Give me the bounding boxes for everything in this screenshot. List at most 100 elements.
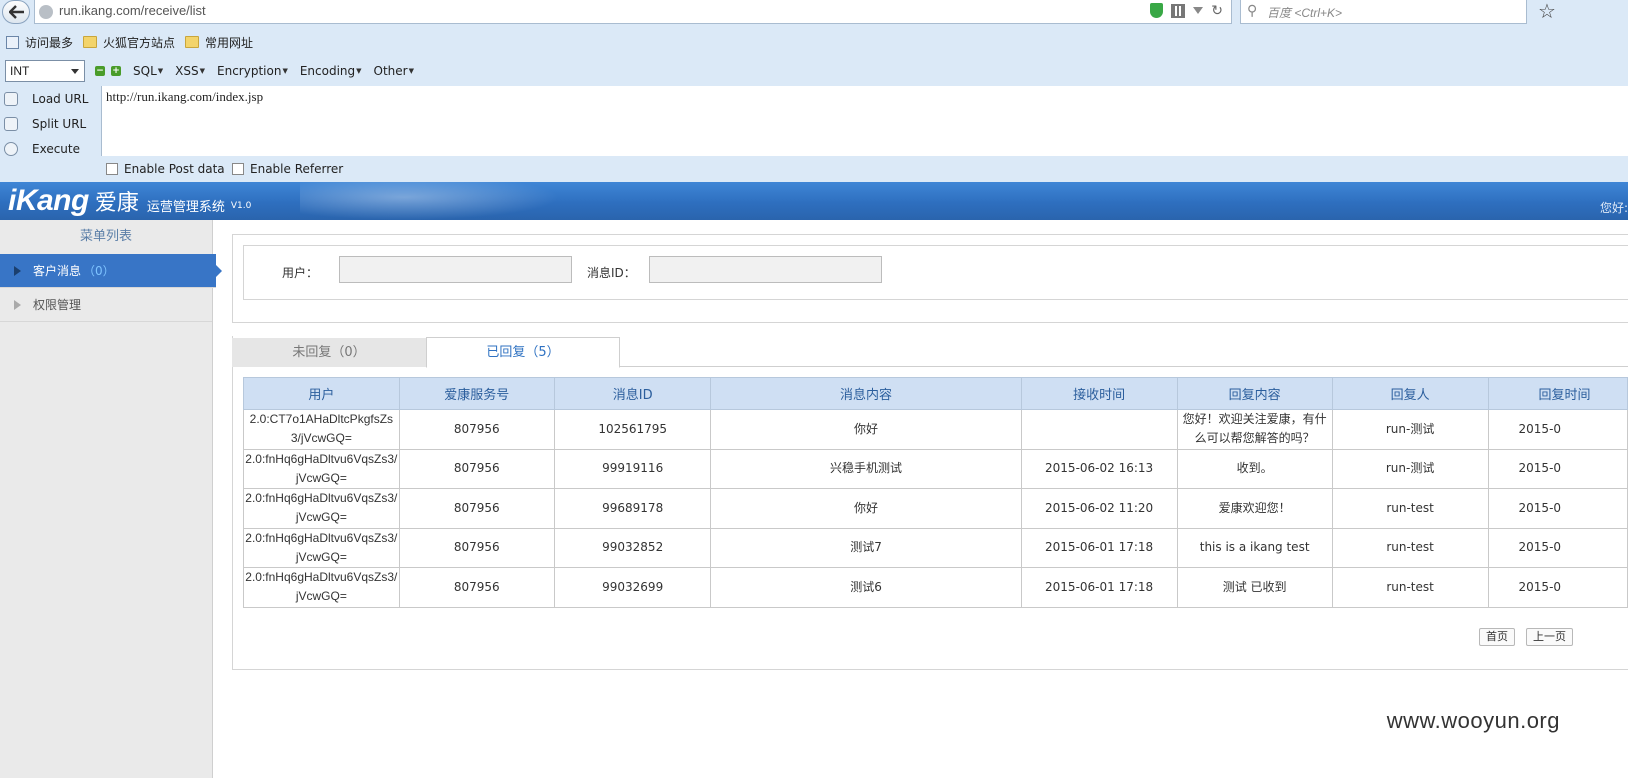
qr-code-icon[interactable] xyxy=(1171,3,1186,18)
encoding-menu[interactable]: Encoding ▼ xyxy=(300,64,362,78)
cell-replier: run-test xyxy=(1331,488,1489,529)
checkbox-box[interactable] xyxy=(232,163,244,175)
msgid-label: 消息ID： xyxy=(587,266,636,280)
logo-text-cn: 爱康 xyxy=(94,191,139,216)
sidebar: 菜单列表 客户消息 （0） 权限管理 xyxy=(0,220,222,778)
caret-icon: ▼ xyxy=(356,67,362,75)
cell-reply: 您好！欢迎关注爱康，有什么可以帮您解答的吗？ xyxy=(1176,409,1333,450)
sidebar-item-customer-messages[interactable]: 客户消息 （0） xyxy=(0,254,222,288)
sidebar-item-permissions[interactable]: 权限管理 xyxy=(0,288,212,322)
arrow-right-icon xyxy=(14,266,21,276)
cell-reply: 收到。 xyxy=(1176,448,1333,489)
cell-reply: 爱康欢迎您！ xyxy=(1176,488,1333,529)
cell-replier: run-test xyxy=(1331,527,1489,568)
load-url-icon xyxy=(4,91,18,106)
cell-received-time: 2015-06-02 16:13 xyxy=(1020,448,1178,489)
bookmark-page-icon xyxy=(6,35,19,49)
enable-referrer-checkbox[interactable]: Enable Referrer xyxy=(232,162,343,176)
load-url-label: Load URL xyxy=(32,91,89,106)
browser-toolbar: run.ikang.com/receive/list ↻ ⚲ 百度 <Ctrl+… xyxy=(0,0,1628,28)
menu-label: XSS xyxy=(175,64,199,78)
cell-service-no: 807956 xyxy=(398,567,555,608)
column-header: 用户 xyxy=(243,377,400,410)
tab-unreplied[interactable]: 未回复（0） xyxy=(232,338,426,367)
cell-received-time: 2015-06-02 11:20 xyxy=(1020,488,1178,529)
logo-text-en: iKang xyxy=(8,184,89,217)
caret-icon: ▼ xyxy=(408,67,414,75)
sidebar-item-count: （0） xyxy=(83,264,115,278)
other-menu[interactable]: Other ▼ xyxy=(374,64,414,78)
cell-user: 2.0:fnHq6gHaDltvu6VqsZs3/jVcwGQ= xyxy=(243,527,400,568)
menu-label: Other xyxy=(373,64,408,78)
caret-icon: ▼ xyxy=(282,67,288,75)
minus-icon[interactable]: − xyxy=(95,66,105,76)
bookmark-firefox-site[interactable]: 火狐官方站点 xyxy=(83,34,175,51)
bookmark-label: 访问最多 xyxy=(25,35,74,50)
xss-menu[interactable]: XSS ▼ xyxy=(175,64,205,78)
int-select[interactable]: INT xyxy=(5,60,85,82)
checkbox-label: Enable Referrer xyxy=(250,162,344,176)
plus-icon[interactable]: + xyxy=(111,66,121,76)
table-row: 2.0:CT7o1AHaDltcPkgfsZs3/jVcwGQ= 807956 … xyxy=(243,409,1628,450)
watermark: www.wooyun.org xyxy=(1386,708,1560,733)
user-input[interactable] xyxy=(339,256,572,283)
enable-post-checkbox[interactable]: Enable Post data xyxy=(106,162,225,176)
back-arrow-icon xyxy=(9,5,24,19)
first-page-button[interactable]: 首页 xyxy=(1479,628,1515,646)
column-header: 回复时间 xyxy=(1487,377,1628,410)
dropdown-icon[interactable] xyxy=(1193,7,1204,14)
table-header-row: 用户 爱康服务号 消息ID 消息内容 接收时间 回复内容 回复人 回复时间 xyxy=(243,377,1628,410)
cell-msg-id: 99032852 xyxy=(553,527,712,568)
checkbox-box[interactable] xyxy=(106,163,118,175)
bookmark-star-icon[interactable]: ☆ xyxy=(1538,0,1556,22)
checkbox-label: Enable Post data xyxy=(124,162,225,176)
address-bar[interactable]: run.ikang.com/receive/list ↻ xyxy=(34,0,1232,24)
split-url-label: Split URL xyxy=(32,116,87,131)
search-panel: 用户： 消息ID： xyxy=(232,234,1628,323)
cell-service-no: 807956 xyxy=(398,488,555,529)
cell-content: 测试6 xyxy=(710,567,1022,608)
bookmark-label: 火狐官方站点 xyxy=(103,35,176,50)
version-label: V1.0 xyxy=(230,201,252,211)
encryption-menu[interactable]: Encryption ▼ xyxy=(217,64,288,78)
bookmark-common-sites[interactable]: 常用网址 xyxy=(185,34,253,51)
bookmark-most-visited[interactable]: 访问最多 xyxy=(6,34,73,51)
menu-label: SQL xyxy=(133,64,157,78)
load-url-button[interactable]: Load URL xyxy=(0,86,100,111)
prev-page-button[interactable]: 上一页 xyxy=(1526,628,1573,646)
cell-msg-id: 99919116 xyxy=(553,448,712,489)
caret-icon: ▼ xyxy=(157,67,164,75)
shield-icon[interactable] xyxy=(1150,3,1164,18)
cell-reply-time: 2015-0 xyxy=(1487,567,1628,608)
play-icon xyxy=(4,141,18,156)
msgid-input[interactable] xyxy=(649,256,882,283)
cell-received-time xyxy=(1020,409,1178,450)
cell-replier: run-测试 xyxy=(1331,409,1489,450)
tab-replied[interactable]: 已回复（5） xyxy=(426,337,620,368)
globe-icon xyxy=(39,5,53,19)
cell-received-time: 2015-06-01 17:18 xyxy=(1020,567,1178,608)
table-row: 2.0:fnHq6gHaDltvu6VqsZs3/jVcwGQ= 807956 … xyxy=(243,488,1628,529)
split-url-button[interactable]: Split URL xyxy=(0,111,100,136)
search-box[interactable]: ⚲ 百度 <Ctrl+K> xyxy=(1240,0,1527,24)
column-header: 接收时间 xyxy=(1020,377,1178,410)
column-header: 爱康服务号 xyxy=(398,377,555,410)
tab-bar: 未回复（0） 已回复（5） xyxy=(232,337,1628,368)
column-header: 回复内容 xyxy=(1176,377,1333,410)
caret-icon: ▼ xyxy=(199,67,205,75)
cell-reply-time: 2015-0 xyxy=(1487,409,1628,450)
cell-user: 2.0:fnHq6gHaDltvu6VqsZs3/jVcwGQ= xyxy=(243,567,400,608)
table-row: 2.0:fnHq6gHaDltvu6VqsZs3/jVcwGQ= 807956 … xyxy=(243,567,1628,608)
sql-menu[interactable]: SQL ▼ xyxy=(133,64,163,78)
user-greeting: 您好: xyxy=(1599,201,1628,215)
back-button[interactable] xyxy=(2,0,30,24)
sidebar-title: 菜单列表 xyxy=(79,229,132,244)
reload-icon[interactable]: ↻ xyxy=(1211,4,1223,18)
cell-content: 你好 xyxy=(710,409,1022,450)
cell-user: 2.0:fnHq6gHaDltvu6VqsZs3/jVcwGQ= xyxy=(243,488,400,529)
hackbar-url-textarea[interactable]: http://run.ikang.com/index.jsp xyxy=(101,86,1628,156)
cell-replier: run-测试 xyxy=(1331,448,1489,489)
cell-user: 2.0:fnHq6gHaDltvu6VqsZs3/jVcwGQ= xyxy=(243,448,400,489)
user-label: 用户： xyxy=(282,266,319,280)
search-form: 用户： 消息ID： xyxy=(243,245,1628,300)
